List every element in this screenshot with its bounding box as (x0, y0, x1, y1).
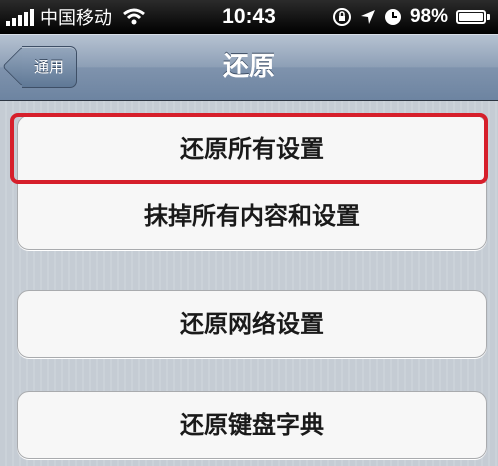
navigation-bar: 通用 还原 (0, 34, 498, 101)
battery-percent: 98% (409, 6, 448, 27)
back-button-label: 通用 (34, 58, 65, 76)
reset-group-2: 还原网络设置 (17, 290, 487, 358)
battery-icon (456, 10, 490, 24)
battery-fill (459, 13, 483, 21)
reset-keyboard-dictionary-button[interactable]: 还原键盘字典 (18, 392, 486, 458)
reset-group-1: 还原所有设置 抹掉所有内容和设置 (17, 115, 487, 250)
back-button[interactable]: 通用 (22, 46, 78, 88)
status-right: 98% (332, 0, 490, 34)
alarm-icon (384, 9, 401, 25)
location-icon (360, 10, 375, 24)
erase-all-content-button[interactable]: 抹掉所有内容和设置 (18, 182, 486, 249)
reset-group-3: 还原键盘字典 (17, 391, 487, 459)
status-bar: 中国移动 10:43 98% (0, 0, 498, 34)
rotation-lock-icon (332, 8, 351, 26)
reset-network-settings-button[interactable]: 还原网络设置 (18, 291, 486, 357)
settings-content: 还原所有设置 抹掉所有内容和设置 还原网络设置 还原键盘字典 (0, 101, 498, 466)
reset-all-settings-button[interactable]: 还原所有设置 (18, 116, 486, 182)
